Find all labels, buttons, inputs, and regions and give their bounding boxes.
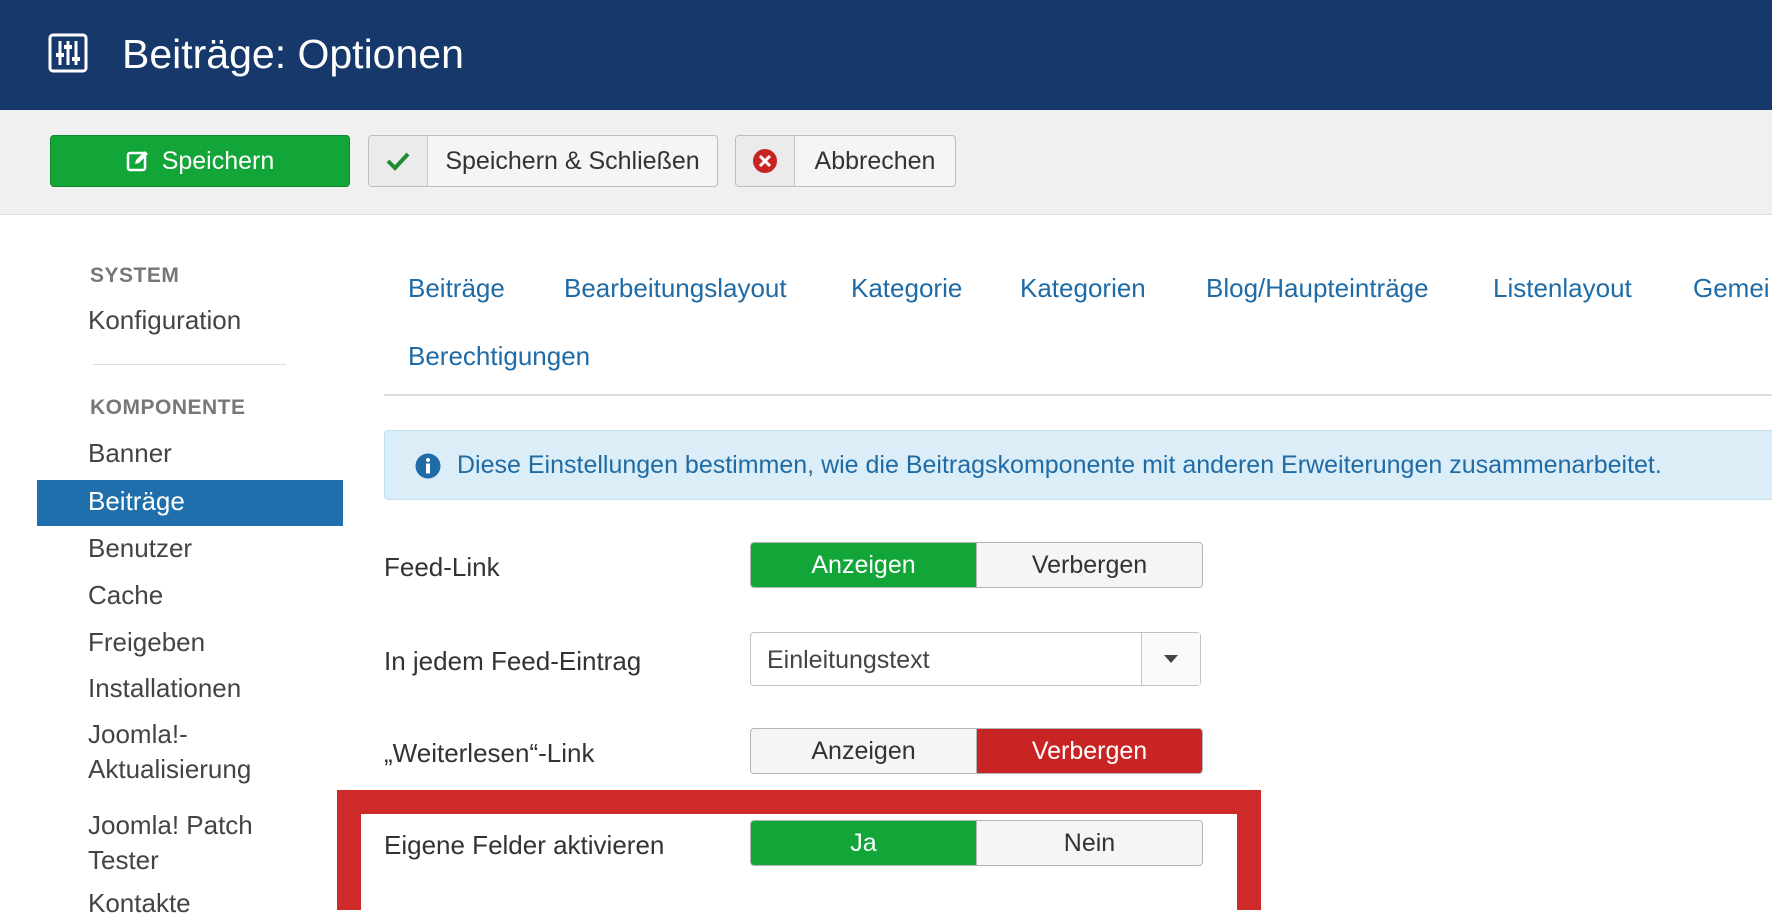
edit-icon (126, 151, 148, 172)
cancel-button[interactable]: Abbrechen (735, 135, 956, 187)
sidebar: SYSTEM Konfiguration KOMPONENTE Banner B… (0, 214, 350, 918)
sidebar-item-freigeben[interactable]: Freigeben (88, 625, 205, 660)
custom-fields-yes-option[interactable]: Ja (751, 821, 976, 865)
custom-fields-label: Eigene Felder aktivieren (384, 830, 665, 860)
tab-bearbeitungslayout[interactable]: Bearbeitungslayout (564, 273, 787, 304)
tab-listenlayout[interactable]: Listenlayout (1493, 273, 1632, 304)
feed-entry-select-toggle[interactable] (1141, 633, 1200, 685)
read-more-toggle: Anzeigen Verbergen (750, 728, 1203, 774)
feed-entry-label: In jedem Feed-Eintrag (384, 646, 642, 676)
tab-beitraege[interactable]: Beiträge (408, 273, 505, 304)
app-header: Beiträge: Optionen (0, 0, 1772, 110)
cancel-icon-box (736, 136, 795, 186)
tab-berechtigungen[interactable]: Berechtigungen (408, 341, 590, 372)
feed-link-show-option[interactable]: Anzeigen (751, 543, 976, 587)
read-more-label: „Weiterlesen“-Link (384, 738, 595, 768)
save-button[interactable]: Speichern (50, 135, 350, 187)
info-alert: Diese Einstellungen bestimmen, wie die B… (384, 430, 1772, 500)
sidebar-item-joomla-update-line1: Joomla!- (88, 719, 188, 749)
sidebar-item-joomla-update-line2: Aktualisierung (88, 754, 252, 784)
feed-entry-select-value: Einleitungstext (767, 646, 930, 674)
sidebar-item-patch-tester-line2: Tester (88, 845, 159, 875)
sidebar-item-banner[interactable]: Banner (88, 436, 172, 471)
sidebar-item-installationen[interactable]: Installationen (88, 671, 241, 706)
info-alert-text: Diese Einstellungen bestimmen, wie die B… (457, 451, 1662, 479)
feed-entry-select[interactable]: Einleitungstext (750, 632, 1201, 686)
tab-blog-haupteintraege[interactable]: Blog/Haupteinträge (1206, 273, 1429, 304)
save-button-label: Speichern (161, 146, 275, 175)
sidebar-item-cache[interactable]: Cache (88, 578, 163, 613)
custom-fields-toggle: Ja Nein (750, 820, 1203, 866)
feed-link-label: Feed-Link (384, 552, 500, 582)
sidebar-heading-system: SYSTEM (90, 264, 180, 287)
sidebar-item-kontakte[interactable]: Kontakte (88, 886, 191, 921)
feed-link-hide-option[interactable]: Verbergen (976, 543, 1202, 587)
sidebar-heading-component: KOMPONENTE (90, 396, 246, 419)
sidebar-item-patch-tester[interactable]: Joomla! Patch Tester (88, 808, 253, 878)
info-icon (415, 453, 441, 479)
feed-link-toggle: Anzeigen Verbergen (750, 542, 1203, 588)
sidebar-item-beitraege[interactable]: Beiträge (37, 480, 343, 526)
sliders-icon (48, 33, 88, 73)
sidebar-divider (93, 364, 286, 365)
sidebar-item-beitraege-label: Beiträge (88, 486, 185, 516)
tab-gemeinsam[interactable]: Gemei (1693, 273, 1770, 304)
options-tabs: Beiträge Bearbeitungslayout Kategorie Ka… (384, 270, 1772, 396)
check-icon (386, 152, 410, 171)
sidebar-item-benutzer[interactable]: Benutzer (88, 531, 192, 566)
sidebar-item-patch-tester-line1: Joomla! Patch (88, 810, 253, 840)
custom-fields-no-option[interactable]: Nein (976, 821, 1202, 865)
read-more-hide-option[interactable]: Verbergen (976, 729, 1202, 773)
sidebar-item-joomla-update[interactable]: Joomla!- Aktualisierung (88, 717, 251, 787)
save-close-button[interactable]: Speichern & Schließen (368, 135, 718, 187)
save-close-icon-box (369, 136, 428, 186)
caret-down-icon (1164, 655, 1178, 663)
cancel-button-label: Abbrechen (814, 146, 936, 175)
tab-kategorien[interactable]: Kategorien (1020, 273, 1146, 304)
sidebar-item-konfiguration[interactable]: Konfiguration (88, 303, 241, 338)
save-close-button-label: Speichern & Schließen (445, 146, 700, 175)
page-title: Beiträge: Optionen (122, 31, 464, 77)
toolbar: Speichern Speichern & Schließen Abbreche… (0, 110, 1772, 215)
close-circle-icon (753, 149, 777, 173)
tab-kategorie[interactable]: Kategorie (851, 273, 962, 304)
read-more-show-option[interactable]: Anzeigen (751, 729, 976, 773)
